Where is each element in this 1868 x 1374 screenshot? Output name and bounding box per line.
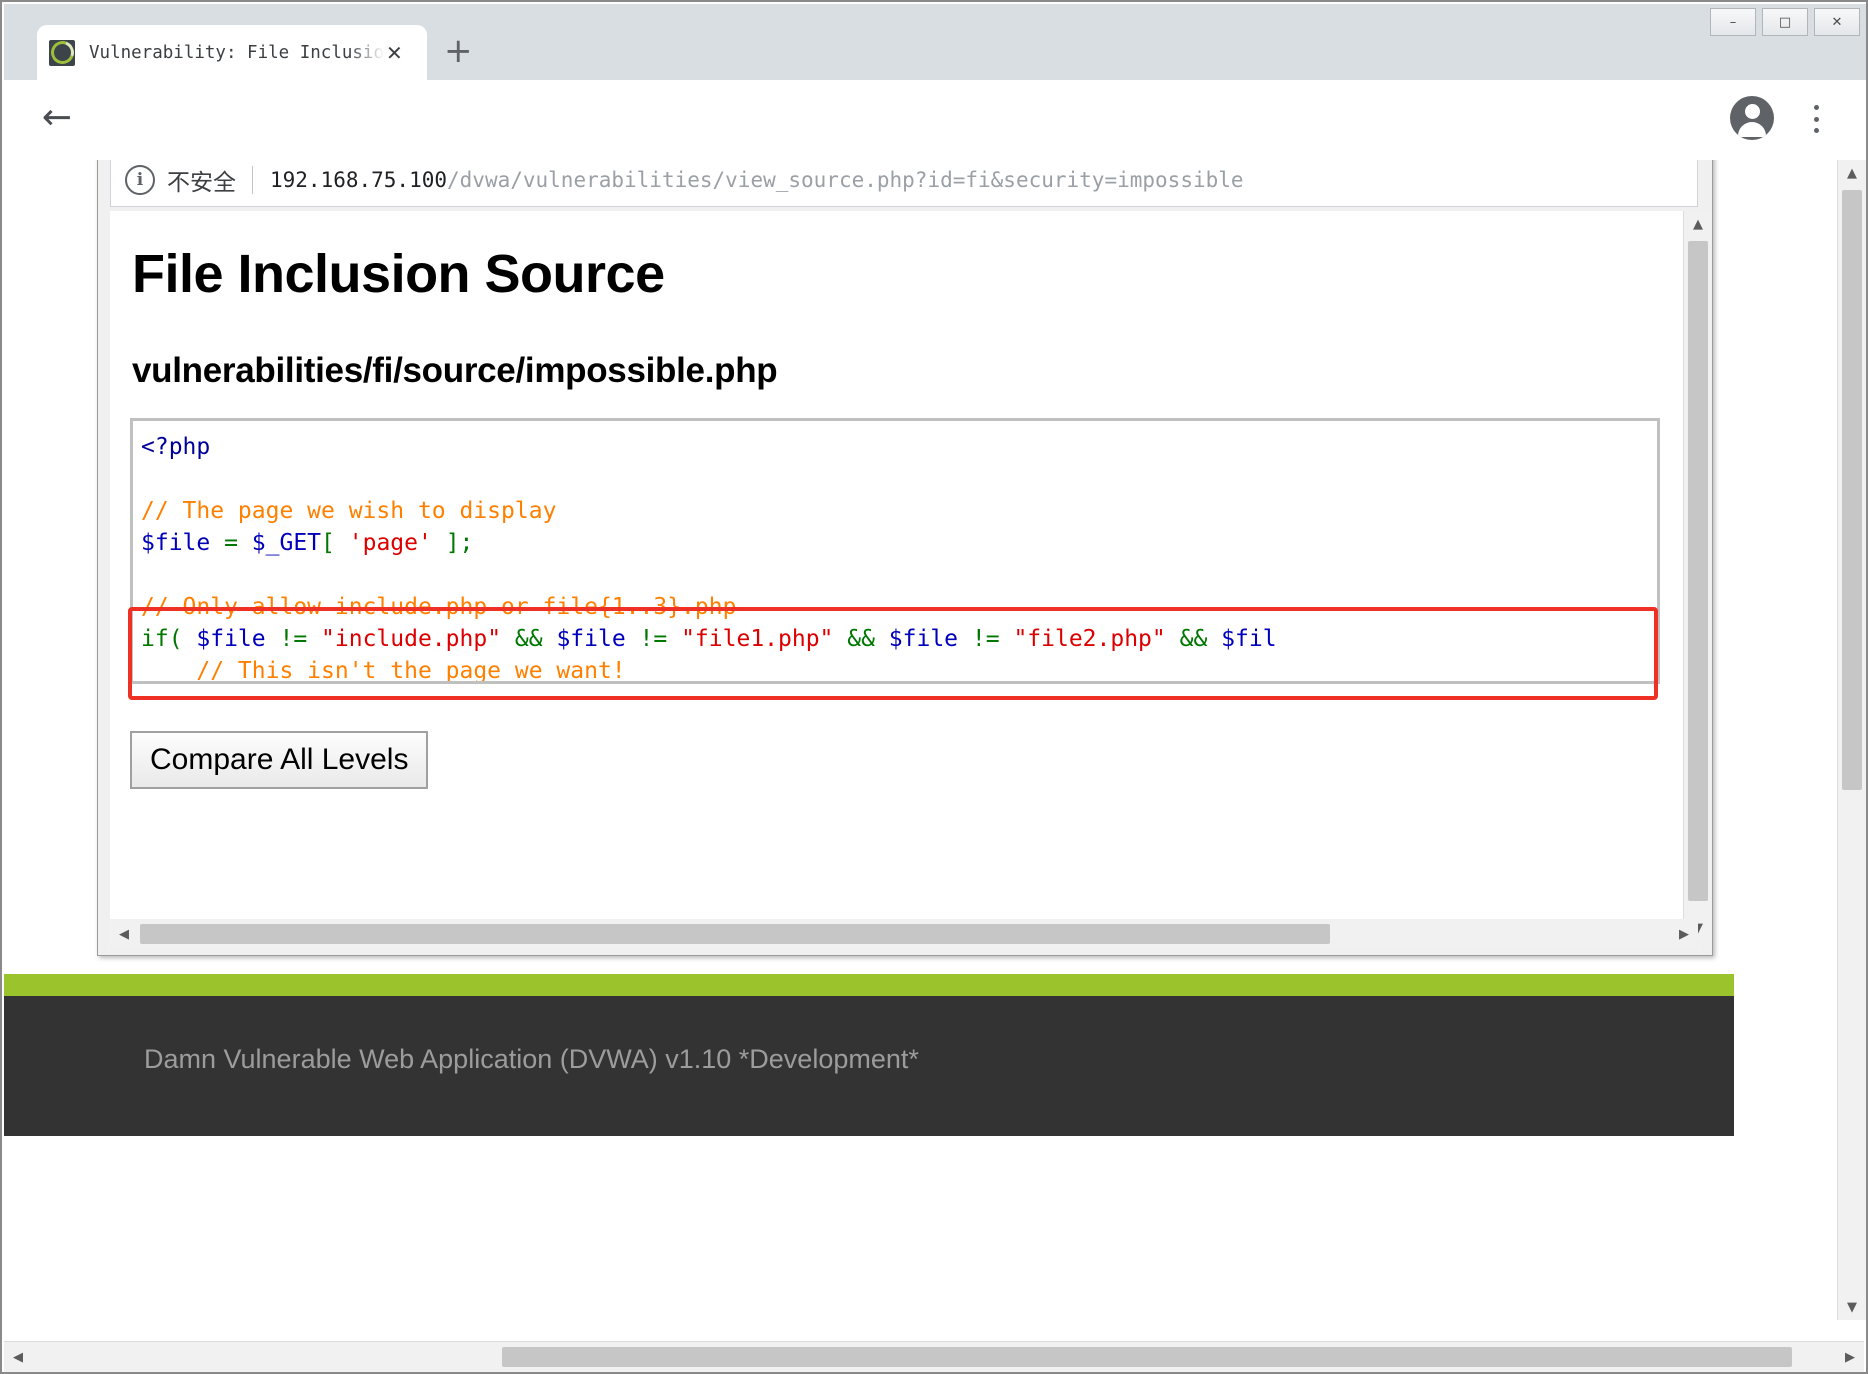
code-token: if( (141, 626, 197, 652)
info-icon[interactable]: i (125, 165, 155, 195)
minimize-icon[interactable]: – (1710, 8, 1756, 36)
footer-green-band (4, 974, 1734, 996)
code-token: != (958, 626, 1014, 652)
code-token: && (833, 626, 889, 652)
vertical-scroll-thumb[interactable] (1842, 190, 1862, 790)
popup-vertical-scrollbar[interactable]: ▲ ▼ (1683, 211, 1712, 941)
code-line: // The page we wish to display (141, 495, 1657, 527)
maximize-icon[interactable]: □ (1762, 8, 1808, 36)
dvwa-footer: Damn Vulnerable Web Application (DVWA) v… (4, 996, 1734, 1136)
code-token: [ (321, 530, 349, 556)
code-token: ]; (431, 530, 474, 556)
code-token: 'page' (348, 530, 432, 556)
code-token: "file1.php" (681, 626, 834, 652)
popup-horizontal-scrollbar[interactable]: ◀ ▶ (110, 919, 1698, 949)
code-line: // This isn't the page we want! (141, 655, 1657, 684)
code-token: && (1165, 626, 1222, 652)
dvwa-source-page: File Inclusion Source vulnerabilities/fi… (110, 211, 1666, 911)
code-token: $file (196, 626, 266, 652)
tab-title: Vulnerability: File Inclusion (89, 42, 384, 63)
code-token: $file (141, 530, 211, 556)
page-horizontal-scrollbar[interactable]: ◀ ▶ (4, 1341, 1864, 1372)
code-token: && (501, 626, 557, 652)
code-token: != (625, 626, 682, 652)
browser-toolbar: ← (4, 80, 1866, 160)
code-token: // The page we wish to display (141, 498, 557, 524)
address-bar[interactable]: i 不安全 192.168.75.100/dvwa/vulnerabilitie… (110, 160, 1698, 207)
popup-content-viewport: File Inclusion Source vulnerabilities/fi… (110, 211, 1698, 941)
code-line: <?php (141, 431, 1657, 463)
url-host: 192.168.75.100 (270, 168, 448, 192)
close-icon[interactable]: ✕ (1814, 8, 1860, 36)
horizontal-scroll-thumb[interactable] (502, 1347, 1792, 1367)
code-token: $_GET (251, 530, 322, 556)
code-token: $file (888, 626, 959, 652)
kebab-menu-icon[interactable] (1802, 98, 1830, 140)
page-vertical-scrollbar[interactable]: ▲ ▼ (1837, 160, 1866, 1320)
code-token: "include.php" (321, 626, 502, 652)
tab-strip: Vulnerability: File Inclusion ✕ + – □ ✕ (4, 4, 1866, 80)
url-text: 192.168.75.100/dvwa/vulnerabilities/view… (270, 168, 1244, 192)
page-title: File Inclusion Source (132, 244, 665, 304)
browser-window: Vulnerability: File Inclusion ✕ + – □ ✕ … (0, 0, 1868, 1374)
scroll-right-icon[interactable]: ▶ (1836, 1342, 1864, 1372)
code-token: // Only allow include.php or file{1..3}.… (141, 594, 737, 620)
security-status-label: 不安全 (167, 170, 236, 196)
scroll-up-icon[interactable]: ▲ (1684, 211, 1712, 237)
code-line: if( $file != "include.php" && $file != "… (141, 623, 1657, 655)
code-token: = (210, 530, 252, 556)
scroll-up-icon[interactable]: ▲ (1838, 160, 1866, 186)
code-token: $file (556, 626, 626, 652)
scroll-left-icon[interactable]: ◀ (4, 1342, 32, 1372)
close-icon[interactable]: ✕ (386, 41, 403, 65)
page-subtitle: vulnerabilities/fi/source/impossible.php (132, 351, 778, 390)
scroll-left-icon[interactable]: ◀ (110, 919, 138, 949)
avatar[interactable] (1730, 96, 1774, 140)
page-viewport: Damn Vulnerable Web Application (DVWA) v… (4, 160, 1866, 1372)
code-token: != (265, 626, 322, 652)
browser-window-controls: – □ ✕ (1710, 8, 1860, 36)
source-code-block: <?php // The page we wish to display $fil… (130, 418, 1660, 684)
browser-tab[interactable]: Vulnerability: File Inclusion ✕ (37, 25, 427, 80)
popup-window: Damn Vulnerable Web Application (DVWA) v… (97, 160, 1713, 956)
footer-text: Damn Vulnerable Web Application (DVWA) v… (144, 1044, 919, 1074)
url-path: /dvwa/vulnerabilities/view_source.php?id… (447, 168, 1244, 192)
vertical-scroll-thumb[interactable] (1688, 241, 1708, 901)
code-token: $fil (1221, 626, 1277, 652)
new-tab-button[interactable]: + (444, 34, 473, 68)
scroll-right-icon[interactable]: ▶ (1670, 919, 1698, 949)
compare-all-levels-button[interactable]: Compare All Levels (130, 731, 429, 789)
horizontal-scroll-thumb[interactable] (140, 924, 1330, 944)
scroll-down-icon[interactable]: ▼ (1838, 1294, 1866, 1320)
code-token: "file2.php" (1013, 626, 1166, 652)
code-line: // Only allow include.php or file{1..3}.… (141, 591, 1657, 623)
code-token: // This isn't the page we want! (141, 658, 626, 684)
code-line: $file = $_GET[ 'page' ]; (141, 527, 1657, 559)
divider (252, 166, 253, 194)
dvwa-favicon (46, 37, 78, 68)
back-arrow-icon[interactable]: ← (34, 95, 80, 141)
code-token: <?php (141, 434, 211, 460)
